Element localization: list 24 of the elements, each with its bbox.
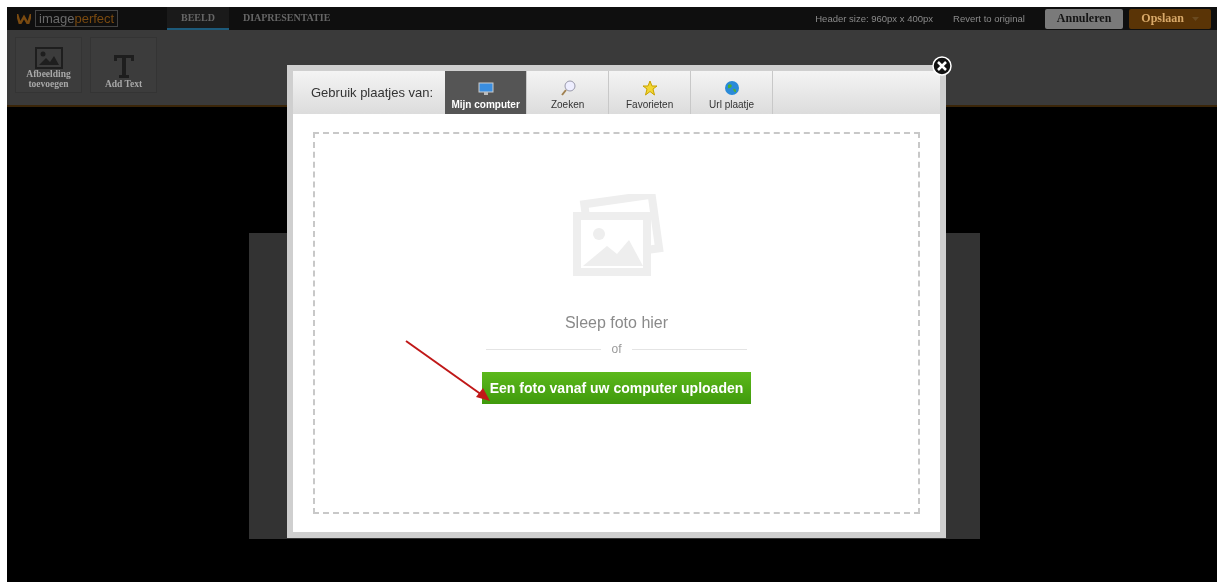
source-label: Gebruik plaatjes van: xyxy=(310,85,435,100)
separator-text: of xyxy=(611,342,622,356)
source-tab[interactable]: Mijn computer xyxy=(445,71,528,114)
logo-icon xyxy=(17,13,31,24)
upload-button[interactable]: Een foto vanaf uw computer uploaden xyxy=(481,372,752,404)
globe-icon xyxy=(723,80,740,96)
drop-title: Sleep foto hier xyxy=(564,314,669,332)
tool-button[interactable]: Afbeelding toevoegen xyxy=(15,37,82,93)
nav-tab[interactable]: BEELD xyxy=(167,7,229,30)
magnifier-icon xyxy=(559,80,576,96)
image-icon xyxy=(34,47,63,69)
cancel-button[interactable]: Annuleren xyxy=(1044,8,1124,29)
revert-link[interactable]: Revert to original xyxy=(953,13,1025,24)
drop-zone[interactable]: Sleep foto hier of Een foto vanaf uw computer uploaden xyxy=(313,132,920,514)
monitor-icon xyxy=(477,82,494,96)
star-icon xyxy=(641,80,658,96)
nav-tab[interactable]: DIAPRESENTATIE xyxy=(228,7,345,30)
close-icon[interactable] xyxy=(932,56,952,76)
tool-button[interactable]: Add Text xyxy=(90,37,157,93)
save-button[interactable]: Opslaan xyxy=(1129,8,1211,29)
header-size-label: Header size: 960px x 400px xyxy=(815,13,934,24)
caret-icon xyxy=(1192,16,1199,21)
logo-text: imageperfect xyxy=(35,10,119,27)
text-tool-icon xyxy=(111,53,136,79)
